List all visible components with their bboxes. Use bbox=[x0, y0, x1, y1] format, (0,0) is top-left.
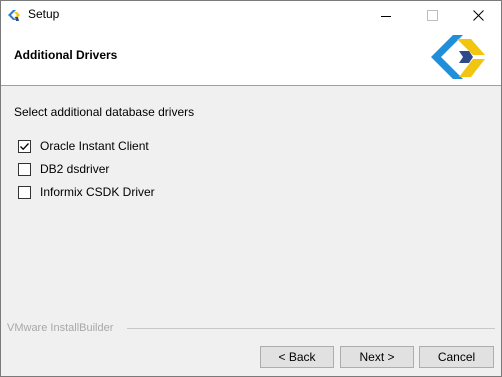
cancel-button[interactable]: Cancel bbox=[419, 346, 494, 368]
minimize-icon bbox=[381, 15, 391, 17]
close-icon bbox=[472, 10, 484, 21]
brand-label: VMware InstallBuilder bbox=[7, 322, 114, 334]
next-button[interactable]: Next > bbox=[340, 346, 414, 368]
page-header: Additional Drivers bbox=[1, 30, 501, 86]
db2-checkbox[interactable] bbox=[18, 162, 31, 176]
driver-option-oracle[interactable]: Oracle Instant Client bbox=[18, 138, 149, 154]
setup-app-icon bbox=[7, 7, 23, 23]
page-title: Additional Drivers bbox=[14, 48, 118, 62]
informix-label: Informix CSDK Driver bbox=[40, 185, 155, 199]
oracle-checkbox[interactable] bbox=[18, 139, 31, 153]
db2-label: DB2 dsdriver bbox=[40, 162, 110, 176]
close-button[interactable] bbox=[455, 1, 501, 30]
minimize-button[interactable] bbox=[363, 1, 409, 30]
window-title: Setup bbox=[28, 7, 60, 21]
oracle-label: Oracle Instant Client bbox=[40, 139, 149, 153]
setup-window: Setup Additional Drivers Select addition… bbox=[0, 0, 502, 377]
checkmark-icon bbox=[20, 142, 29, 150]
driver-prompt: Select additional database drivers bbox=[14, 105, 195, 119]
driver-option-informix[interactable]: Informix CSDK Driver bbox=[18, 184, 155, 200]
maximize-icon bbox=[426, 10, 438, 21]
footer-divider bbox=[127, 328, 495, 329]
informix-checkbox[interactable] bbox=[18, 185, 31, 199]
back-button[interactable]: < Back bbox=[260, 346, 334, 368]
title-bar[interactable]: Setup bbox=[1, 1, 501, 30]
driver-option-db2[interactable]: DB2 dsdriver bbox=[18, 161, 109, 177]
installbuilder-logo-icon bbox=[429, 31, 495, 83]
maximize-button[interactable] bbox=[409, 1, 455, 30]
